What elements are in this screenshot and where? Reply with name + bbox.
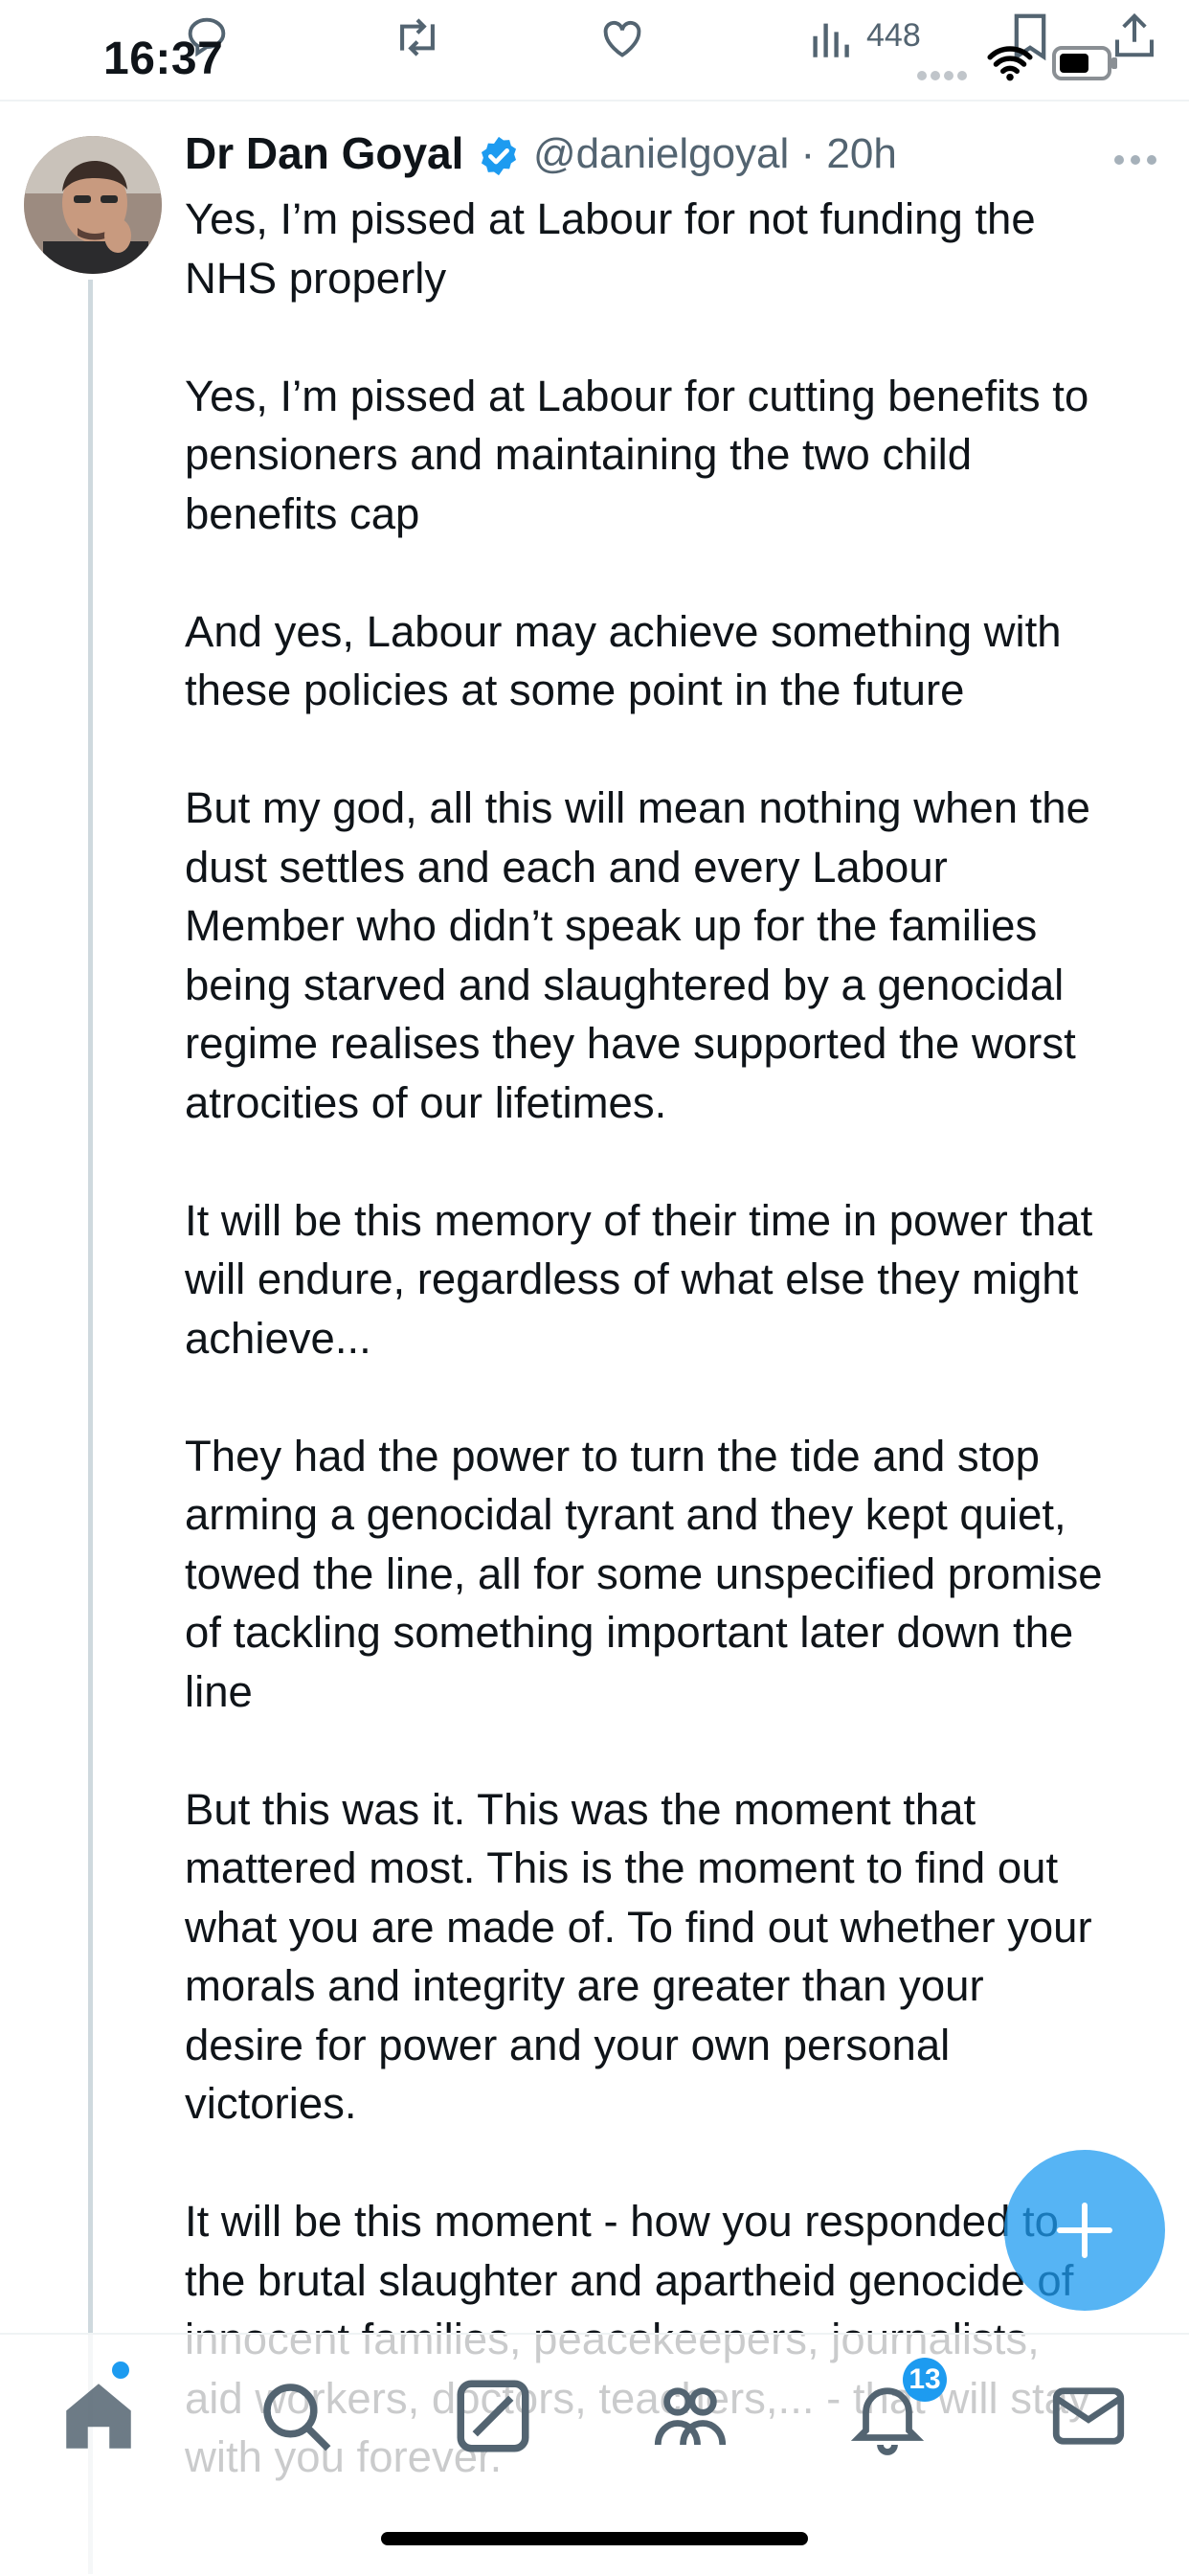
tweet-paragraph: But my god, all this will mean nothing w… [185, 783, 1090, 1127]
grok-icon[interactable] [450, 2373, 536, 2459]
tweet-paragraph: And yes, Labour may achieve something wi… [185, 606, 1062, 715]
notifications-badge: 13 [903, 2358, 947, 2402]
tweet-paragraph: But this was it. This was the moment tha… [185, 1784, 1092, 2129]
status-time: 16:37 [103, 34, 224, 84]
compose-icon [1057, 2203, 1112, 2258]
author-name[interactable]: Dr Dan Goyal [185, 127, 463, 179]
home-unread-dot [112, 2361, 129, 2379]
more-icon[interactable] [1113, 153, 1157, 170]
tweet-paragraph: Yes, I’m pissed at Labour for cutting be… [185, 371, 1089, 538]
tweet-paragraph: It will be this memory of their time in … [185, 1195, 1093, 1363]
messages-icon[interactable] [1045, 2373, 1132, 2459]
communities-icon[interactable] [647, 2373, 733, 2459]
tweet-paragraph: Yes, I’m pissed at Labour for not fundin… [185, 194, 1036, 303]
status-bar: 16:37 [0, 0, 1189, 101]
search-icon[interactable] [253, 2373, 339, 2459]
verified-icon [477, 134, 521, 178]
header-divider [0, 100, 1189, 102]
author-handle-time[interactable]: @danielgoyal · 20h [533, 130, 897, 178]
thread-connector-line [88, 280, 93, 2574]
battery-icon [1051, 44, 1122, 87]
compose-button[interactable] [1004, 2150, 1165, 2311]
signal-dots-icon [916, 69, 970, 87]
wifi-icon [986, 44, 1034, 87]
home-icon[interactable] [56, 2373, 142, 2459]
tweet-paragraph: They had the power to turn the tide and … [185, 1431, 1103, 1716]
avatar[interactable] [24, 136, 162, 274]
home-indicator[interactable] [381, 2532, 808, 2545]
